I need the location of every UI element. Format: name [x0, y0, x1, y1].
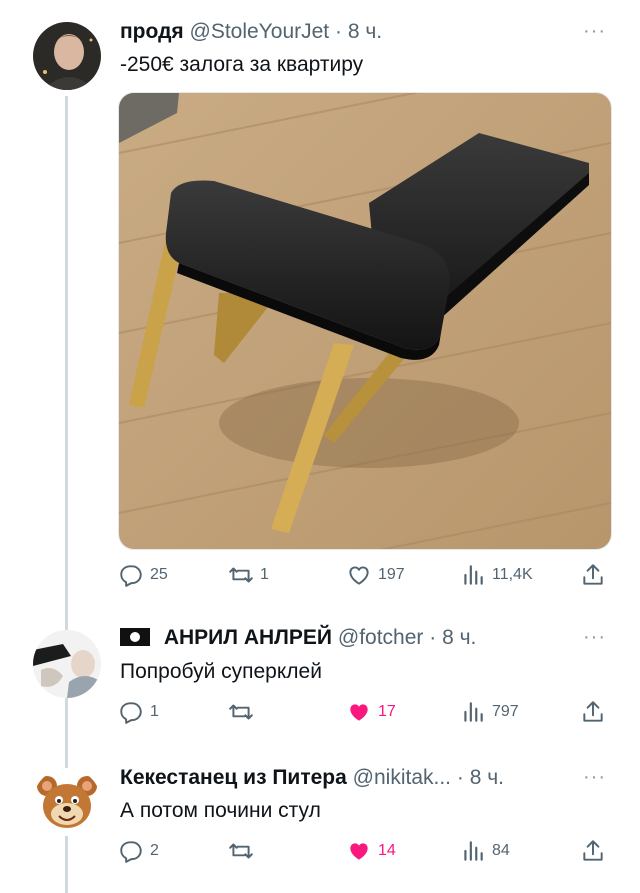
like-button[interactable]: 14 — [346, 836, 396, 866]
tweet-3[interactable]: Кекестанец из Питера @nikitak... · 8 ч. … — [0, 750, 640, 893]
retweet-count: 1 — [260, 566, 269, 583]
user-handle[interactable]: @fotcher — [338, 626, 424, 649]
retweet-button[interactable] — [228, 836, 260, 866]
display-name[interactable]: АНРИЛ АНЛРЕЙ — [164, 626, 332, 649]
reply-icon — [120, 841, 142, 863]
avatar[interactable] — [33, 768, 101, 836]
views-icon — [464, 565, 483, 585]
views-button[interactable]: 84 — [460, 836, 510, 866]
timestamp[interactable]: 8 ч. — [442, 626, 476, 649]
separator-dot: · — [429, 626, 437, 649]
avatar[interactable] — [33, 22, 101, 90]
tweet-text: Попробуй суперклей — [120, 660, 322, 683]
more-options-icon[interactable]: ··· — [583, 766, 606, 789]
tweet-header: продя @StoleYourJet · 8 ч. — [120, 20, 382, 44]
separator-dot: · — [334, 20, 342, 43]
tweet-text: А потом почини стул — [120, 799, 321, 822]
timestamp[interactable]: 8 ч. — [470, 766, 504, 789]
tweet-2[interactable]: АНРИЛ АНЛРЕЙ @fotcher · 8 ч. ··· Попробу… — [0, 610, 640, 750]
reply-count: 25 — [150, 566, 168, 583]
share-icon — [583, 564, 603, 585]
tweet-text: -250€ залога за квартиру — [120, 53, 364, 76]
tweet-1[interactable]: продя @StoleYourJet · 8 ч. ··· -250€ зал… — [0, 0, 640, 610]
share-button[interactable] — [580, 836, 612, 866]
display-name[interactable]: Кекестанец из Питера — [120, 766, 347, 789]
reply-icon — [120, 565, 142, 587]
like-count: 14 — [378, 842, 396, 859]
views-count: 797 — [492, 703, 519, 720]
like-icon — [349, 566, 369, 585]
tweet-actions: 1 17 797 — [118, 697, 610, 727]
like-count: 197 — [378, 566, 405, 583]
retweet-button[interactable] — [228, 697, 260, 727]
more-options-icon[interactable]: ··· — [583, 626, 606, 649]
user-handle[interactable]: @nikitak... — [353, 766, 451, 789]
reply-count: 1 — [150, 703, 159, 720]
views-button[interactable]: 11,4K — [460, 560, 533, 590]
reply-button[interactable]: 25 — [118, 560, 168, 590]
retweet-icon — [229, 567, 253, 583]
retweet-icon — [229, 843, 253, 859]
reply-count: 2 — [150, 842, 159, 859]
reply-icon — [120, 702, 142, 724]
separator-dot: · — [456, 766, 464, 789]
views-count: 84 — [492, 842, 510, 859]
avatar[interactable] — [33, 630, 101, 698]
reply-button[interactable]: 1 — [118, 697, 159, 727]
like-icon — [350, 704, 368, 721]
like-icon — [350, 843, 368, 860]
user-handle[interactable]: @StoleYourJet — [190, 20, 330, 43]
tweet-photo[interactable] — [118, 92, 612, 550]
tweet-header: АНРИЛ АНЛРЕЙ @fotcher · 8 ч. — [120, 626, 476, 650]
share-button[interactable] — [580, 697, 612, 727]
share-icon — [583, 701, 603, 722]
views-icon — [464, 841, 483, 861]
timestamp[interactable]: 8 ч. — [348, 20, 382, 43]
views-button[interactable]: 797 — [460, 697, 519, 727]
display-name[interactable]: продя — [120, 20, 184, 43]
more-options-icon[interactable]: ··· — [583, 20, 606, 43]
share-button[interactable] — [580, 560, 612, 590]
like-button[interactable]: 17 — [346, 697, 396, 727]
tweet-actions: 25 1 197 11,4K — [118, 560, 610, 590]
retweet-icon — [229, 704, 253, 720]
like-button[interactable]: 197 — [346, 560, 405, 590]
views-icon — [464, 702, 483, 722]
views-count: 11,4K — [492, 566, 533, 583]
share-icon — [583, 840, 603, 861]
like-count: 17 — [378, 703, 396, 720]
tweet-actions: 2 14 84 — [118, 836, 610, 866]
reply-button[interactable]: 2 — [118, 836, 159, 866]
retweet-button[interactable]: 1 — [228, 560, 269, 590]
pirate-flag-icon — [120, 628, 150, 646]
tweet-header: Кекестанец из Питера @nikitak... · 8 ч. — [120, 766, 504, 790]
